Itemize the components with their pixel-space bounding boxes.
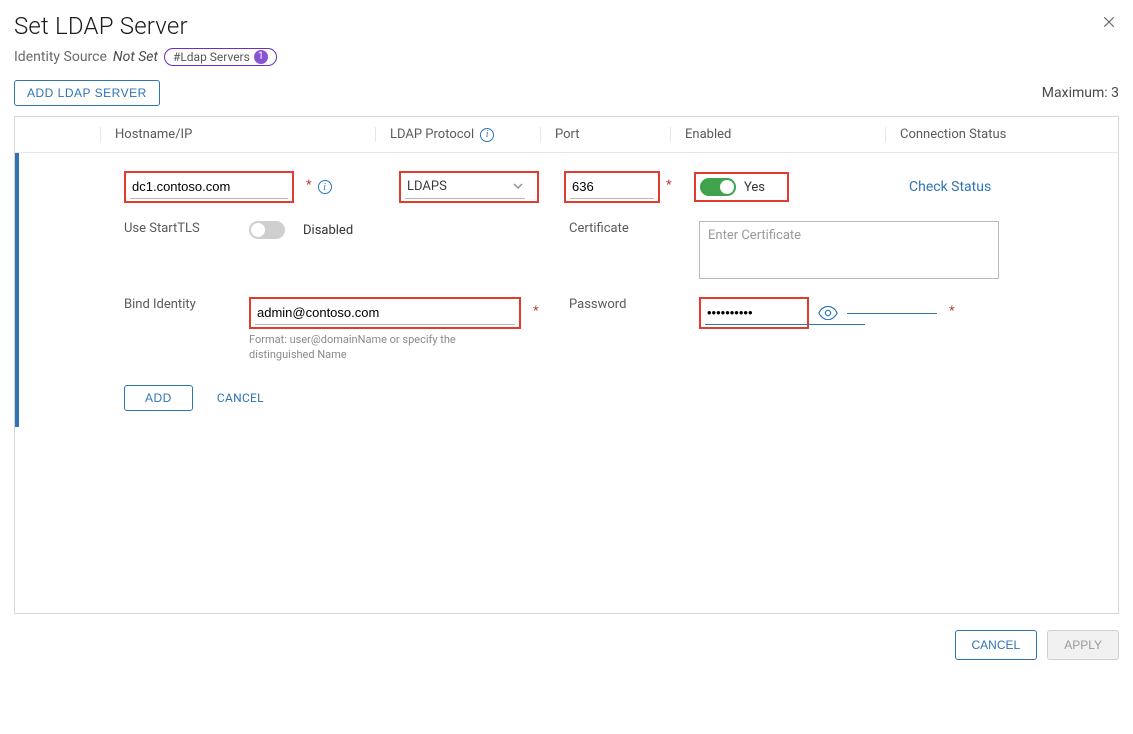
bind-identity-hint: Format: user@domainName or specify the d… (249, 333, 489, 363)
ldap-servers-pill[interactable]: #Ldap Servers 1 (164, 48, 277, 66)
column-protocol: LDAP Protocol (390, 127, 474, 142)
table-row: * i LDAPS * (15, 153, 1118, 427)
password-label: Password (559, 297, 689, 312)
info-icon[interactable]: i (318, 180, 332, 194)
column-hostname: Hostname/IP (100, 127, 375, 142)
enabled-toggle-label: Yes (744, 180, 765, 195)
cancel-row-button[interactable]: CANCEL (217, 391, 264, 405)
enabled-toggle[interactable] (700, 178, 736, 196)
bind-identity-label: Bind Identity (114, 297, 239, 312)
password-input[interactable] (705, 301, 865, 325)
cancel-button[interactable]: CANCEL (955, 630, 1038, 660)
maximum-label: Maximum: 3 (1042, 85, 1119, 101)
chevron-down-icon (513, 181, 523, 192)
info-icon[interactable]: i (480, 128, 494, 142)
bind-identity-input[interactable] (255, 301, 515, 325)
ldap-servers-count-badge: 1 (254, 50, 268, 64)
apply-button: APPLY (1047, 630, 1119, 660)
column-port: Port (540, 127, 670, 142)
starttls-toggle[interactable] (249, 221, 285, 239)
required-icon: * (533, 304, 539, 319)
port-input[interactable] (570, 175, 654, 199)
required-icon: * (949, 304, 955, 319)
add-button[interactable]: ADD (124, 385, 193, 411)
check-status-link[interactable]: Check Status (909, 179, 991, 195)
starttls-label: Use StartTLS (114, 221, 239, 236)
identity-source-value: Not Set (113, 49, 158, 65)
ldap-servers-panel: Hostname/IP LDAP Protocol i Port Enabled… (14, 116, 1119, 614)
identity-source-label: Identity Source (14, 49, 107, 65)
page-title: Set LDAP Server (14, 12, 277, 40)
ldap-protocol-select[interactable]: LDAPS (405, 175, 525, 199)
close-icon[interactable] (1099, 12, 1119, 32)
certificate-textarea[interactable] (699, 221, 999, 279)
ldap-protocol-value: LDAPS (407, 179, 447, 194)
add-ldap-server-button[interactable]: ADD LDAP SERVER (14, 80, 160, 106)
starttls-value-label: Disabled (303, 223, 353, 238)
column-status: Connection Status (885, 127, 1118, 142)
required-icon: * (666, 178, 672, 193)
hostname-input[interactable] (130, 175, 288, 199)
column-enabled: Enabled (670, 127, 885, 142)
required-icon: * (306, 178, 312, 193)
ldap-servers-pill-label: #Ldap Servers (173, 50, 250, 64)
certificate-label: Certificate (559, 221, 689, 236)
